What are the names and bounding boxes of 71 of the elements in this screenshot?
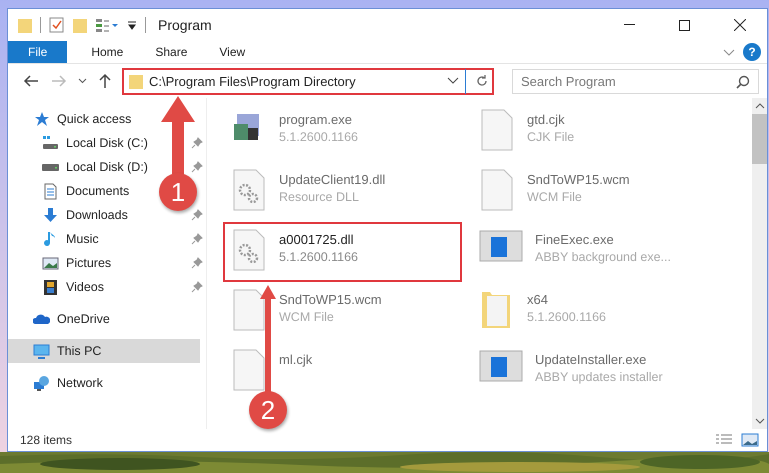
file-name[interactable]: a0001725.dll: [279, 232, 358, 247]
ribbon-tab[interactable]: View: [203, 41, 262, 63]
file-icon: [479, 108, 515, 152]
nav-item[interactable]: Music: [42, 227, 203, 251]
gear-file-icon: [231, 228, 267, 272]
address-field[interactable]: C:\Program Files\Program Directory: [122, 68, 494, 94]
file-name[interactable]: UpdateInstaller.exe: [535, 352, 663, 367]
star-icon: [33, 110, 50, 128]
forward-arrow-icon: [51, 74, 67, 88]
nav-item[interactable]: OneDrive: [8, 307, 200, 331]
folder-icon: [129, 73, 143, 89]
ribbon-tab[interactable]: Share: [139, 41, 204, 63]
picture-icon: [42, 254, 59, 272]
search-icon: [736, 74, 750, 88]
application-window-icon: [479, 228, 523, 264]
download-icon: [42, 206, 59, 224]
nav-item[interactable]: Videos: [42, 275, 203, 299]
large-icons-view-icon[interactable]: [741, 433, 759, 447]
file-detail: WCM File: [527, 190, 583, 204]
file-detail: 5.1.2600.1166: [527, 310, 606, 324]
minimize-icon: [624, 24, 635, 26]
scroll-up-icon: [754, 101, 764, 111]
file-name[interactable]: UpdateClient19.dll: [279, 172, 386, 187]
folder-icon: [18, 17, 32, 33]
file-detail: Resource DLL: [279, 190, 360, 204]
file-detail: 5.1.2600.1166: [279, 250, 358, 264]
file-name[interactable]: SndToWP15.wcm: [279, 292, 382, 307]
file-detail: ABBY background exe...: [535, 250, 671, 264]
up-arrow-icon: [98, 73, 112, 89]
file-name[interactable]: x64: [527, 292, 606, 307]
scrollbar-thumb[interactable]: [752, 114, 767, 164]
properties-icon[interactable]: [49, 17, 65, 33]
window-title: Program: [158, 17, 212, 33]
file-name[interactable]: program.exe: [279, 112, 358, 127]
file-icon: [231, 288, 267, 332]
file-name[interactable]: FineExec.exe: [535, 232, 671, 247]
nav-item[interactable]: Network: [8, 371, 200, 395]
nav-item[interactable]: Pictures: [42, 251, 203, 275]
help-button[interactable]: ?: [743, 43, 761, 61]
application-window-icon: [479, 348, 523, 384]
search-field[interactable]: Search Program: [512, 68, 759, 94]
scroll-down-icon: [754, 416, 764, 426]
ribbon-tab[interactable]: File: [8, 41, 68, 63]
document-icon: [42, 182, 59, 200]
file-detail: ABBY updates installer: [535, 370, 663, 384]
drive-icon: [42, 134, 59, 152]
file-detail: WCM File: [279, 310, 335, 324]
ribbon-tab[interactable]: Home: [75, 41, 140, 63]
file-detail: 5.1.2600.1166: [279, 130, 358, 144]
view-options-icon[interactable]: [95, 17, 119, 33]
back-arrow-icon: [23, 74, 39, 88]
nav-item[interactable]: Local Disk (C:): [42, 131, 203, 155]
file-name[interactable]: gtd.cjk: [527, 112, 574, 127]
file-icon: [231, 348, 267, 392]
monitor-icon: [33, 342, 50, 360]
nav-item[interactable]: Quick access: [8, 107, 200, 131]
close-icon: [734, 19, 746, 31]
file-icon: [479, 168, 515, 212]
network-icon: [33, 374, 50, 392]
chevron-down-icon: [78, 78, 86, 84]
nav-item[interactable]: Documents: [42, 179, 130, 203]
scrollbar[interactable]: [752, 98, 767, 429]
file-name[interactable]: ml.cjk: [279, 352, 312, 367]
file-detail: CJK File: [527, 130, 574, 144]
maximize-icon: [679, 20, 690, 30]
status-text: 128 items: [20, 433, 72, 447]
file-name[interactable]: SndToWP15.wcm: [527, 172, 630, 187]
gear-file-icon: [231, 168, 267, 212]
chevron-down-icon[interactable]: [447, 77, 459, 85]
film-icon: [42, 278, 59, 296]
nav-item[interactable]: This PC: [8, 339, 200, 363]
